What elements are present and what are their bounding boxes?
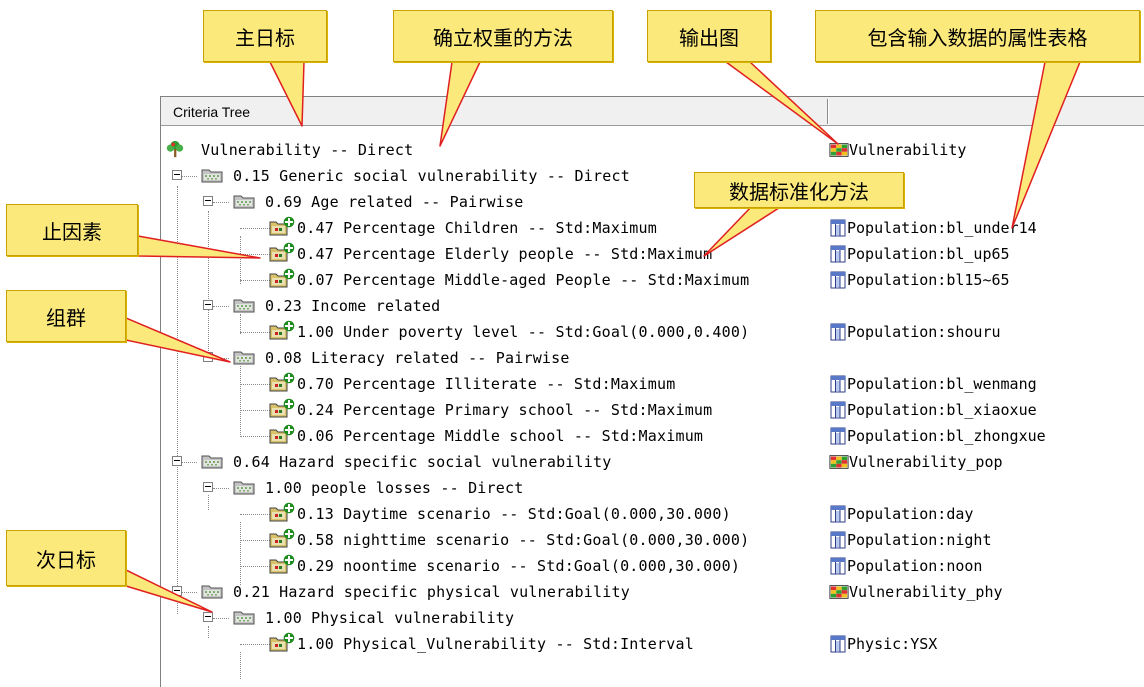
pointer-group [125, 317, 231, 363]
pointer-sub-goal [125, 569, 213, 613]
pointer-main-goal [269, 61, 305, 127]
pointer-positive-factor [137, 235, 261, 259]
callout-group: 组群 [6, 290, 126, 342]
callout-sub-goal: 次日标 [6, 530, 126, 586]
callout-main-goal: 主日标 [203, 10, 327, 62]
callout-pointers [125, 61, 1081, 613]
callout-std-method: 数据标准化方法 [694, 172, 904, 208]
pointer-attr-table [1011, 61, 1081, 229]
callout-attr-table: 包含输入数据的属性表格 [815, 10, 1140, 62]
pointer-weight-method [439, 61, 481, 147]
pointer-output-map [725, 61, 839, 145]
callout-positive-factor: 止因素 [6, 204, 138, 256]
callout-output-map: 输出图 [647, 10, 771, 62]
callout-weight-method: 确立权重的方法 [393, 10, 613, 62]
pointer-std-method [703, 205, 783, 257]
